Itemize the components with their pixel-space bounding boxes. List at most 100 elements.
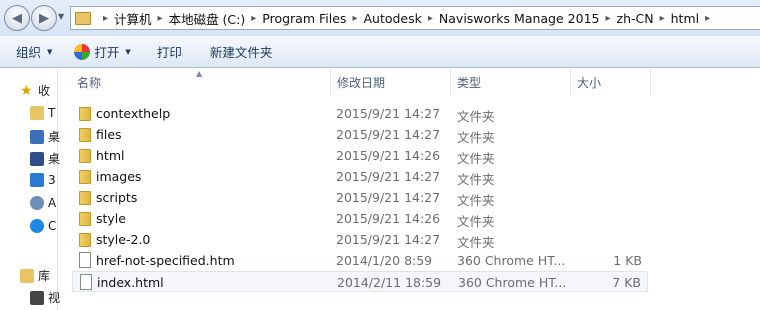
nav-fav-item[interactable]: 桌 — [30, 128, 60, 145]
chevron-right-icon[interactable]: ▸ — [352, 13, 357, 24]
nav-library-label: 库 — [38, 269, 51, 283]
back-button[interactable]: ◀ — [4, 5, 30, 31]
file-modified: 2015/9/21 14:27 — [336, 127, 441, 142]
column-header-size[interactable]: 大小 — [577, 69, 601, 95]
arrow-left-icon: ◀ — [12, 10, 22, 26]
desktop-icon — [30, 129, 44, 144]
organize-label: 组织 — [16, 45, 42, 60]
file-icon — [80, 274, 92, 290]
nav-favorites[interactable]: ★ 收 — [20, 82, 50, 99]
list-item[interactable]: files 2015/9/21 14:27 文件夹 — [72, 124, 648, 145]
folder-icon — [79, 212, 91, 226]
list-item-hovered[interactable]: index.html 2014/2/11 18:59 360 Chrome HT… — [72, 271, 648, 292]
breadcrumb-autodesk[interactable]: Autodesk — [363, 11, 421, 26]
file-name: contexthelp — [96, 106, 171, 121]
file-modified: 2014/1/20 8:59 — [336, 253, 433, 268]
chevron-right-icon[interactable]: ▸ — [251, 13, 256, 24]
chevron-down-icon: ▼ — [47, 47, 53, 56]
desktop-icon — [30, 151, 44, 166]
cloud-icon — [30, 196, 44, 210]
organize-button[interactable]: 组织 ▼ — [12, 40, 56, 64]
list-item[interactable]: href-not-specified.htm 2014/1/20 8:59 36… — [72, 250, 648, 271]
column-header-type-label: 类型 — [457, 75, 482, 90]
recent-pages-dropdown-icon[interactable]: ▼ — [58, 12, 64, 21]
file-name: images — [96, 169, 142, 184]
column-divider[interactable] — [570, 69, 571, 95]
breadcrumb-navisworks[interactable]: Navisworks Manage 2015 — [439, 11, 600, 26]
folder-icon — [30, 106, 44, 120]
file-size: 1 KB — [613, 253, 642, 268]
file-modified: 2015/9/21 14:27 — [336, 232, 441, 247]
breadcrumb-computer[interactable]: 计算机 — [114, 9, 152, 28]
nav-fav-item-label: A — [48, 196, 57, 210]
nav-fav-item-label: 桌 — [48, 152, 61, 166]
list-item[interactable]: style-2.0 2015/9/21 14:27 文件夹 — [72, 229, 648, 250]
breadcrumb-html[interactable]: html — [671, 11, 699, 26]
open-label: 打开 — [94, 45, 120, 60]
chevron-right-icon[interactable]: ▸ — [428, 13, 433, 24]
file-type: 360 Chrome HT... — [458, 275, 567, 290]
list-item[interactable]: html 2015/9/21 14:26 文件夹 — [72, 145, 648, 166]
chevron-right-icon[interactable]: ▸ — [705, 13, 710, 24]
folder-icon — [79, 191, 91, 205]
file-name: html — [96, 148, 125, 163]
column-divider[interactable] — [450, 69, 451, 95]
command-bar: 组织 ▼ 打开 ▼ 打印 新建文件夹 — [0, 36, 760, 68]
chevron-right-icon[interactable]: ▸ — [660, 13, 665, 24]
column-header-name[interactable]: 名称 — [77, 69, 101, 95]
video-icon — [30, 290, 44, 305]
nav-fav-item[interactable]: 3 — [30, 173, 56, 187]
nav-lib-item-label: 视 — [48, 291, 61, 305]
folder-icon — [79, 149, 91, 163]
file-type: 文件夹 — [457, 235, 495, 250]
forward-button[interactable]: ▶ — [31, 5, 57, 31]
folder-icon — [79, 128, 91, 142]
list-item[interactable]: images 2015/9/21 14:27 文件夹 — [72, 166, 648, 187]
chevron-right-icon[interactable]: ▸ — [158, 13, 163, 24]
folder-icon — [79, 107, 91, 121]
file-type: 文件夹 — [457, 193, 495, 208]
nav-fav-item[interactable]: T — [30, 106, 55, 120]
nav-fav-item[interactable]: A — [30, 196, 56, 210]
breadcrumb-drive-c[interactable]: 本地磁盘 (C:) — [169, 9, 246, 28]
file-name: href-not-specified.htm — [96, 253, 235, 268]
folder-icon — [79, 170, 91, 184]
chrome-icon — [74, 43, 91, 60]
breadcrumb-program-files[interactable]: Program Files — [262, 11, 346, 26]
breadcrumb-zh-cn[interactable]: zh-CN — [617, 11, 654, 26]
nav-library[interactable]: 库 — [20, 267, 50, 284]
file-modified: 2015/9/21 14:26 — [336, 148, 441, 163]
file-name: files — [96, 127, 122, 142]
arrow-right-icon: ▶ — [39, 10, 49, 26]
nav-fav-item[interactable]: 桌 — [30, 150, 60, 167]
star-icon: ★ — [20, 82, 33, 99]
nav-fav-item-label: 桌 — [48, 130, 61, 144]
address-bar[interactable]: ▸ 计算机 ▸ 本地磁盘 (C:) ▸ Program Files ▸ Auto… — [70, 6, 760, 30]
chevron-right-icon[interactable]: ▸ — [103, 13, 108, 24]
file-icon — [79, 252, 91, 268]
print-button[interactable]: 打印 — [153, 40, 186, 64]
nav-fav-item[interactable]: C — [30, 219, 56, 233]
list-item[interactable]: contexthelp 2015/9/21 14:27 文件夹 — [72, 103, 648, 124]
file-name: scripts — [96, 190, 138, 205]
column-divider[interactable] — [650, 69, 651, 95]
nav-fav-item-label: 3 — [48, 173, 56, 187]
column-divider[interactable] — [330, 69, 331, 95]
file-type: 文件夹 — [457, 172, 495, 187]
file-name: index.html — [97, 275, 164, 290]
file-name: style — [96, 211, 126, 226]
file-type: 文件夹 — [457, 130, 495, 145]
address-row: ◀ ▶ ▼ ▸ 计算机 ▸ 本地磁盘 (C:) ▸ Program Files … — [0, 0, 760, 36]
column-header-modified[interactable]: 修改日期 — [337, 69, 385, 95]
new-folder-button[interactable]: 新建文件夹 — [206, 40, 277, 64]
list-item[interactable]: scripts 2015/9/21 14:27 文件夹 — [72, 187, 648, 208]
nav-lib-item[interactable]: 视 — [30, 289, 60, 306]
file-type: 文件夹 — [457, 214, 495, 229]
chevron-right-icon[interactable]: ▸ — [605, 13, 610, 24]
column-header-type[interactable]: 类型 — [457, 69, 481, 95]
open-button[interactable]: 打开 ▼ — [70, 40, 134, 64]
file-type: 360 Chrome HT... — [457, 253, 566, 268]
file-modified: 2015/9/21 14:27 — [336, 169, 441, 184]
file-modified: 2015/9/21 14:27 — [336, 190, 441, 205]
list-item[interactable]: style 2015/9/21 14:26 文件夹 — [72, 208, 648, 229]
